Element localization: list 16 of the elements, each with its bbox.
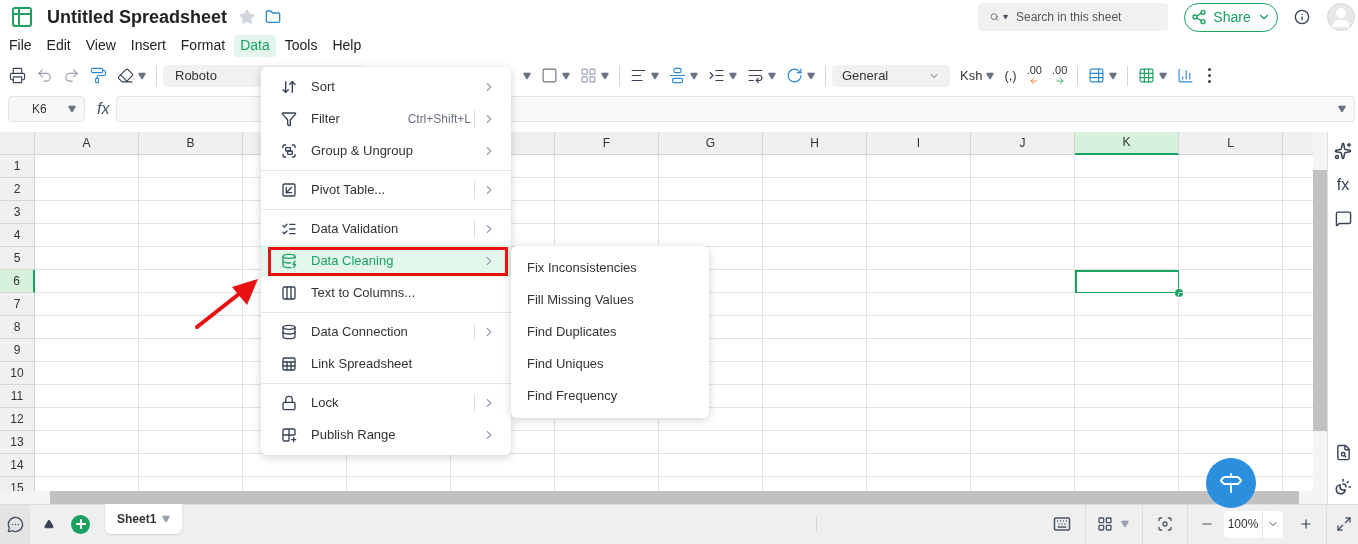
- row-header: 13: [0, 430, 35, 454]
- row-header: 14: [0, 453, 35, 477]
- row-header: 7: [0, 292, 35, 316]
- document-title: Untitled Spreadsheet: [47, 5, 228, 29]
- row-header: 1: [0, 154, 35, 178]
- row-header: 8: [0, 315, 35, 339]
- row-header: 12: [0, 407, 35, 431]
- row-header: 6: [0, 269, 35, 293]
- row-header: 4: [0, 223, 35, 247]
- row-header: 11: [0, 384, 35, 408]
- row-header: 3: [0, 200, 35, 224]
- row-header: 5: [0, 246, 35, 270]
- row-header: 9: [0, 338, 35, 362]
- fx-label: fx: [97, 99, 111, 119]
- row-header: 10: [0, 361, 35, 385]
- row-header: 2: [0, 177, 35, 201]
